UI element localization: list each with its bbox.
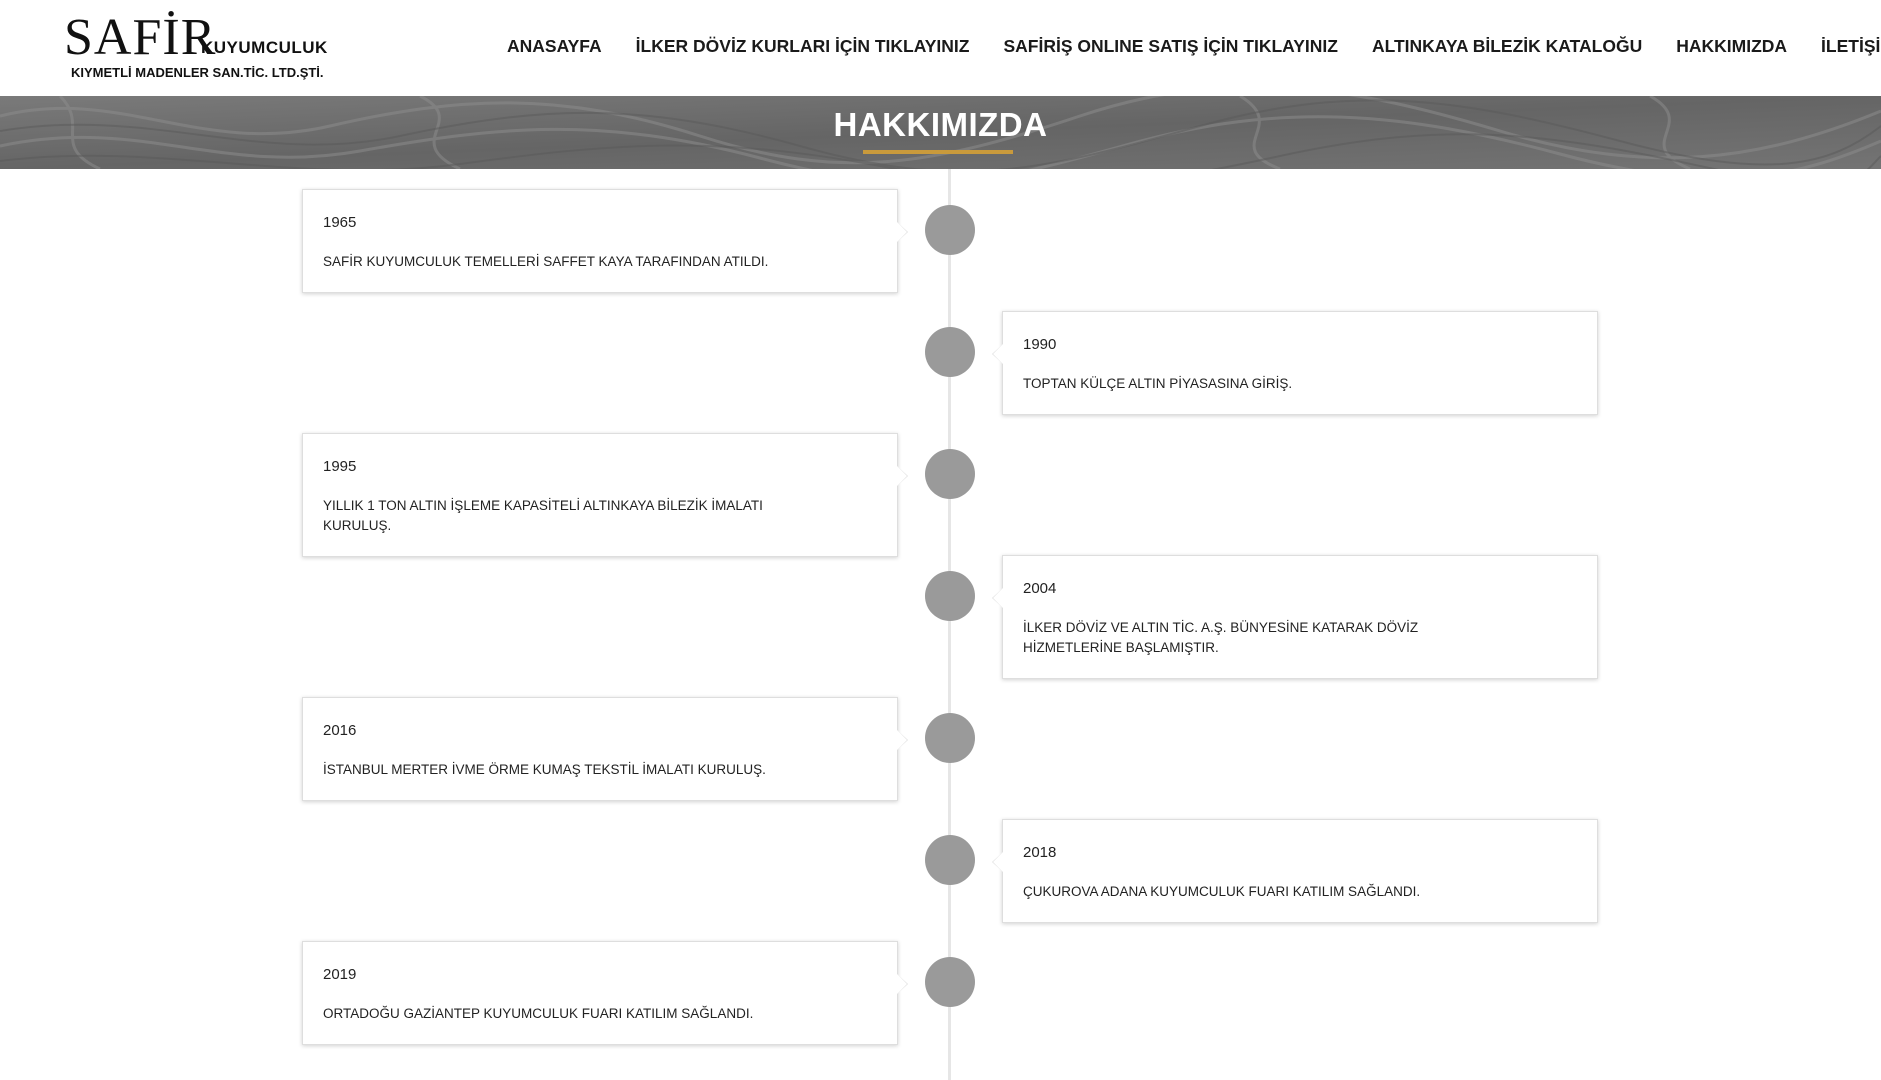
timeline-text: ORTADOĞU GAZİANTEP KUYUMCULUK FUARI KATI…: [323, 1006, 754, 1021]
timeline-dot: [925, 957, 975, 1007]
main-nav: ANASAYFA İLKER DÖVİZ KURLARI İÇİN TIKLAY…: [507, 36, 1881, 57]
timeline-year: 2019: [323, 966, 357, 983]
timeline-dot: [925, 205, 975, 255]
timeline-year: 1990: [1023, 336, 1057, 353]
timeline-text: ÇUKUROVA ADANA KUYUMCULUK FUARI KATILIM …: [1023, 884, 1421, 899]
site-logo[interactable]: SAFİR KUYUMCULUK KIYMETLİ MADENLER SAN.T…: [64, 9, 328, 84]
nav-item-iletisim[interactable]: İLETİŞİM: [1821, 36, 1881, 57]
timeline-dot: [925, 571, 975, 621]
timeline-text: İSTANBUL MERTER İVME ÖRME KUMAŞ TEKSTİL …: [323, 762, 766, 777]
timeline-text: TOPTAN KÜLÇE ALTIN PİYASASINA GİRİŞ.: [1023, 376, 1293, 391]
timeline-year: 2004: [1023, 580, 1057, 597]
page-title: HAKKIMIZDA: [833, 106, 1048, 143]
timeline-text: İLKER DÖVİZ VE ALTIN TİC. A.Ş. BÜNYESİNE…: [1023, 620, 1419, 655]
timeline-card: 2016 İSTANBUL MERTER İVME ÖRME KUMAŞ TEK…: [302, 697, 908, 801]
timeline-axis: [948, 169, 951, 1080]
timeline-year: 1965: [323, 214, 357, 231]
timeline-text: YILLIK 1 TON ALTIN İŞLEME KAPASİTELİ ALT…: [323, 498, 763, 533]
timeline-card: 1990 TOPTAN KÜLÇE ALTIN PİYASASINA GİRİŞ…: [992, 311, 1598, 415]
site-header: SAFİR KUYUMCULUK KIYMETLİ MADENLER SAN.T…: [0, 0, 1881, 96]
timeline-dot: [925, 327, 975, 377]
timeline-card: 1965 SAFİR KUYUMCULUK TEMELLERİ SAFFET K…: [302, 189, 908, 293]
timeline-text: SAFİR KUYUMCULUK TEMELLERİ SAFFET KAYA T…: [323, 254, 769, 269]
timeline-card: 1995 YILLIK 1 TON ALTIN İŞLEME KAPASİTEL…: [302, 433, 908, 557]
title-underline: [863, 150, 1013, 154]
page-banner: HAKKIMIZDA: [0, 96, 1881, 169]
timeline-dot: [925, 835, 975, 885]
timeline-card: 2004 İLKER DÖVİZ VE ALTIN TİC. A.Ş. BÜNY…: [992, 555, 1598, 679]
timeline-year: 2018: [1023, 844, 1057, 861]
timeline-dot: [925, 449, 975, 499]
timeline-dot: [925, 713, 975, 763]
timeline-year: 2016: [323, 722, 357, 739]
nav-item-hakkimizda[interactable]: HAKKIMIZDA: [1676, 36, 1787, 57]
logo-subtitle: KUYUMCULUK: [201, 38, 328, 57]
nav-item-doviz-kurlari[interactable]: İLKER DÖVİZ KURLARI İÇİN TIKLAYINIZ: [636, 36, 970, 57]
nav-item-bilezik-katalogu[interactable]: ALTINKAYA BİLEZİK KATALOĞU: [1372, 36, 1642, 57]
nav-item-online-satis[interactable]: SAFİRİŞ ONLINE SATIŞ İÇİN TIKLAYINIZ: [1003, 36, 1337, 57]
history-timeline: 1965 SAFİR KUYUMCULUK TEMELLERİ SAFFET K…: [0, 169, 1881, 1080]
timeline-card: 2018 ÇUKUROVA ADANA KUYUMCULUK FUARI KAT…: [992, 819, 1598, 923]
timeline-year: 1995: [323, 458, 357, 475]
logo-company-name: KIYMETLİ MADENLER SAN.TİC. LTD.ŞTİ.: [71, 65, 324, 80]
nav-item-anasayfa[interactable]: ANASAYFA: [507, 36, 602, 57]
logo-wordmark: SAFİR: [64, 9, 217, 66]
timeline-card: 2019 ORTADOĞU GAZİANTEP KUYUMCULUK FUARI…: [302, 941, 908, 1045]
